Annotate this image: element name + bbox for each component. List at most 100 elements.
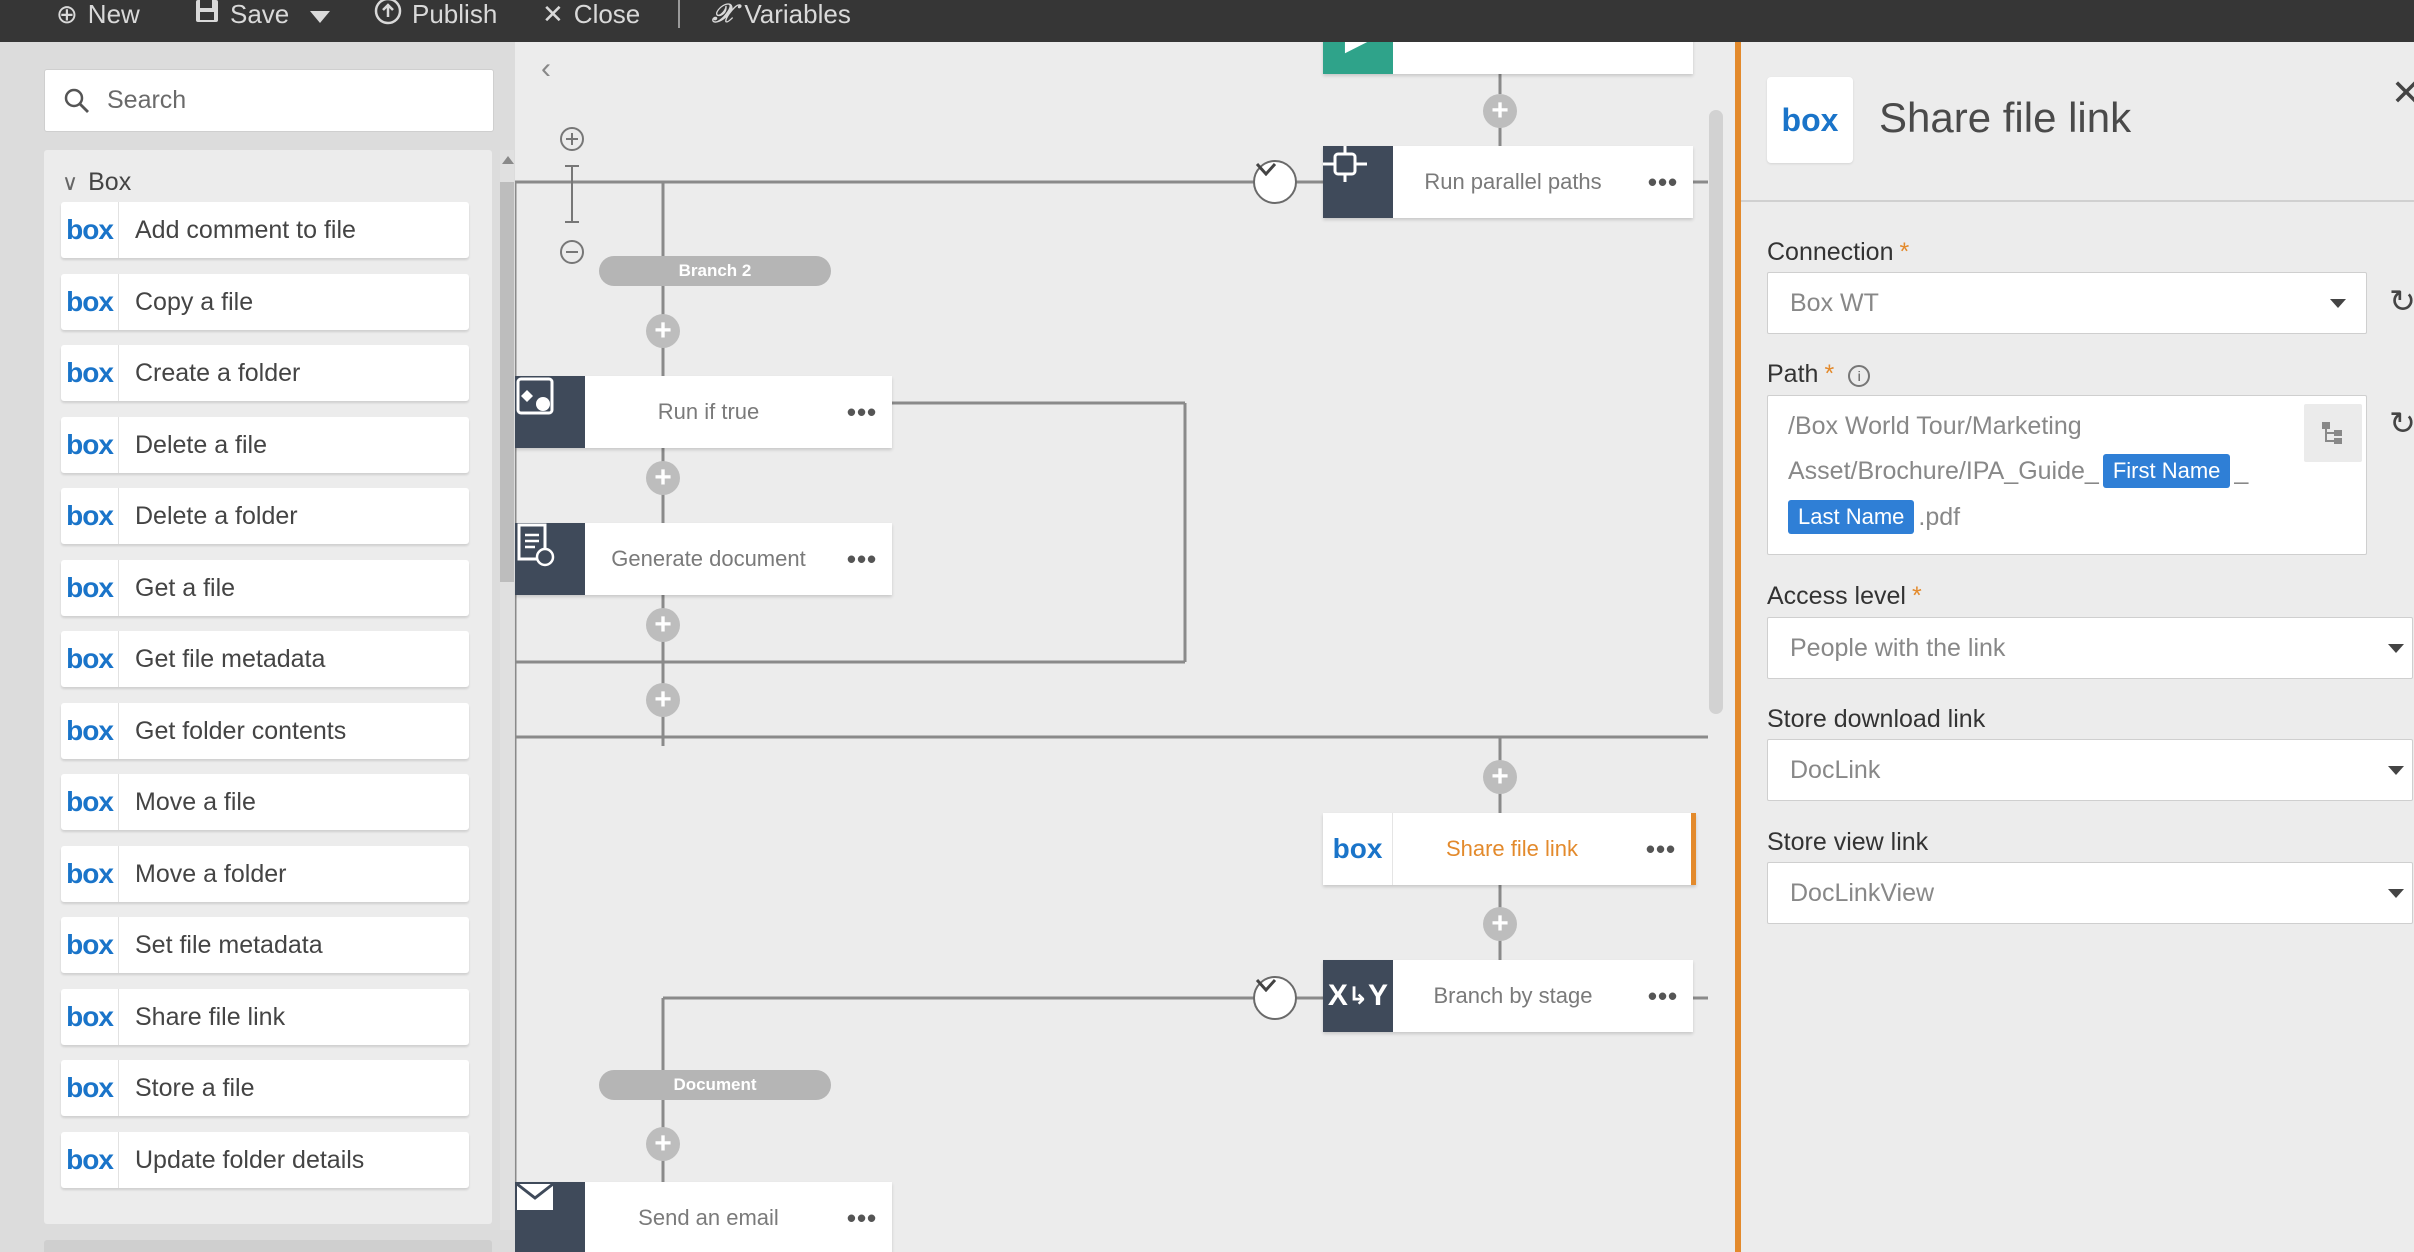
new-button[interactable]: ⊕ New xyxy=(56,0,140,29)
connection-label-text: Connection xyxy=(1767,238,1894,266)
more-options-icon[interactable]: ••• xyxy=(832,397,892,428)
properties-header: box Share file link ✕ xyxy=(1741,42,2414,202)
action-item-label: Create a folder xyxy=(135,358,301,387)
refresh-path-icon[interactable]: ↻ xyxy=(2389,404,2414,442)
branch-label[interactable]: Branch 2 xyxy=(599,256,831,286)
save-dropdown-button[interactable] xyxy=(310,0,330,28)
search-icon xyxy=(63,87,91,115)
connection-select[interactable]: Box WT xyxy=(1767,272,2367,334)
variable-token-last-name[interactable]: Last Name xyxy=(1788,500,1915,534)
panel-title: Share file link xyxy=(1879,94,2132,141)
action-item[interactable]: box Get a file xyxy=(61,560,469,616)
box-logo-icon: box xyxy=(61,1060,119,1116)
node-label: Branch by stage xyxy=(1433,983,1593,1008)
add-step-button[interactable]: + xyxy=(646,1127,680,1161)
variable-token-first-name[interactable]: First Name xyxy=(2102,454,2231,488)
close-button[interactable]: ✕ Close xyxy=(542,0,641,29)
caret-down-icon xyxy=(2388,644,2404,653)
save-button[interactable]: Save xyxy=(194,0,289,29)
action-item[interactable]: box Delete a folder xyxy=(61,488,469,544)
action-item[interactable]: box Move a folder xyxy=(61,846,469,902)
scrollbar-thumb[interactable] xyxy=(500,182,514,582)
branch-xy-icon: X ↳ Y xyxy=(1323,960,1393,1032)
close-label: Close xyxy=(573,0,641,29)
action-item[interactable]: box Get file metadata xyxy=(61,631,469,687)
add-step-button[interactable]: + xyxy=(646,683,680,717)
canvas-scrollbar[interactable] xyxy=(1709,110,1723,714)
scroll-up-arrow[interactable] xyxy=(502,156,514,164)
action-item[interactable]: box Update folder details xyxy=(61,1132,469,1188)
chevron-down-icon: ∨ xyxy=(62,169,79,195)
more-options-icon[interactable]: ••• xyxy=(1633,981,1693,1012)
box-logo-icon: box xyxy=(61,774,119,830)
more-options-icon[interactable]: ••• xyxy=(1631,834,1691,865)
variables-button[interactable]: 𝒳 Variables xyxy=(712,0,851,29)
node-branch-by-stage[interactable]: X ↳ Y Branch by stage ••• xyxy=(1323,960,1693,1032)
caret-down-icon xyxy=(310,0,330,30)
node-label: Share file link xyxy=(1445,836,1579,861)
required-marker: * xyxy=(1911,582,1922,610)
group-title: Box xyxy=(88,168,132,196)
collapse-panel-chevron-icon[interactable]: ‹ xyxy=(541,52,551,86)
branch-label[interactable]: Document xyxy=(599,1070,831,1100)
node-run-if-true[interactable]: Run if true ••• xyxy=(515,376,892,448)
action-item[interactable]: box Move a file xyxy=(61,774,469,830)
action-item[interactable]: box Delete a file xyxy=(61,417,469,473)
node-generate-document[interactable]: Generate document ••• xyxy=(515,523,892,595)
add-step-button[interactable]: + xyxy=(1483,94,1517,128)
box-group-toggle[interactable]: ∨ Box xyxy=(62,168,131,197)
store-view-link-value: DocLinkView xyxy=(1790,878,1935,907)
collapse-branch-toggle[interactable] xyxy=(1253,160,1297,204)
box-logo-icon: box xyxy=(61,488,119,544)
node-run-parallel-paths[interactable]: Run parallel paths ••• xyxy=(1323,146,1693,218)
publish-button[interactable]: Publish xyxy=(374,0,497,29)
chevron-down-icon xyxy=(1255,162,1277,176)
caret-down-icon xyxy=(2388,766,2404,775)
more-options-icon[interactable]: ••• xyxy=(1633,167,1693,198)
access-level-value: People with the link xyxy=(1790,633,2006,662)
browse-folder-tree-button[interactable] xyxy=(2304,404,2362,462)
collapse-branch-toggle[interactable] xyxy=(1253,976,1297,1020)
more-options-icon[interactable]: ••• xyxy=(832,544,892,575)
action-item[interactable]: box Get folder contents xyxy=(61,703,469,759)
action-item[interactable]: box Add comment to file xyxy=(61,202,469,258)
path-input[interactable]: /Box World Tour/Marketing Asset/Brochure… xyxy=(1767,395,2367,555)
action-item[interactable]: box Copy a file xyxy=(61,274,469,330)
store-download-link-value: DocLink xyxy=(1790,755,1881,784)
store-download-link-label: Store download link xyxy=(1767,705,1986,733)
action-item-label: Move a folder xyxy=(135,859,287,888)
add-step-button[interactable]: + xyxy=(1483,907,1517,941)
more-options-icon[interactable]: ••• xyxy=(832,1203,892,1234)
actions-panel: ∨ Box box Add comment to file box Copy a fi… xyxy=(0,42,515,1252)
node-share-file-link[interactable]: box Share file link ••• xyxy=(1323,813,1696,885)
add-step-button[interactable]: + xyxy=(1483,760,1517,794)
top-toolbar: ⊕ New Save Publish ✕ Close 𝒳 Variables xyxy=(0,0,2414,42)
action-item[interactable]: box Store a file xyxy=(61,1060,469,1116)
refresh-connection-icon[interactable]: ↻ xyxy=(2389,282,2414,320)
action-item[interactable]: box Set file metadata xyxy=(61,917,469,973)
variable-x-icon: 𝒳 xyxy=(712,0,735,29)
add-step-button[interactable]: + xyxy=(646,461,680,495)
add-step-button[interactable]: + xyxy=(646,608,680,642)
search-input[interactable] xyxy=(107,86,467,115)
store-view-link-select[interactable]: DocLinkView xyxy=(1767,862,2413,924)
connection-label: Connection * xyxy=(1767,238,1909,267)
box-logo-icon: box xyxy=(61,989,119,1045)
node-send-an-email[interactable]: Send an email ••• xyxy=(515,1182,892,1252)
new-label: New xyxy=(87,0,140,29)
search-field[interactable] xyxy=(44,69,494,132)
close-panel-icon[interactable]: ✕ xyxy=(2391,72,2414,114)
action-item[interactable]: box Share file link xyxy=(61,989,469,1045)
path-line-2: Asset/Brochure/IPA_Guide_ First Name _ xyxy=(1788,454,2248,488)
access-level-label-text: Access level xyxy=(1767,582,1906,610)
access-level-label: Access level * xyxy=(1767,582,1922,611)
info-icon[interactable]: i xyxy=(1848,365,1871,387)
workflow-canvas[interactable]: ‹ ▶ + + + + + + + + Run parallel paths xyxy=(515,42,1735,1252)
node-previous[interactable]: ▶ xyxy=(1323,42,1693,74)
next-group-edge xyxy=(44,1240,492,1252)
add-step-button[interactable]: + xyxy=(646,314,680,348)
action-item-label: Delete a folder xyxy=(135,501,298,530)
action-item[interactable]: box Create a folder xyxy=(61,345,469,401)
access-level-select[interactable]: People with the link xyxy=(1767,617,2413,679)
store-download-link-select[interactable]: DocLink xyxy=(1767,739,2413,801)
